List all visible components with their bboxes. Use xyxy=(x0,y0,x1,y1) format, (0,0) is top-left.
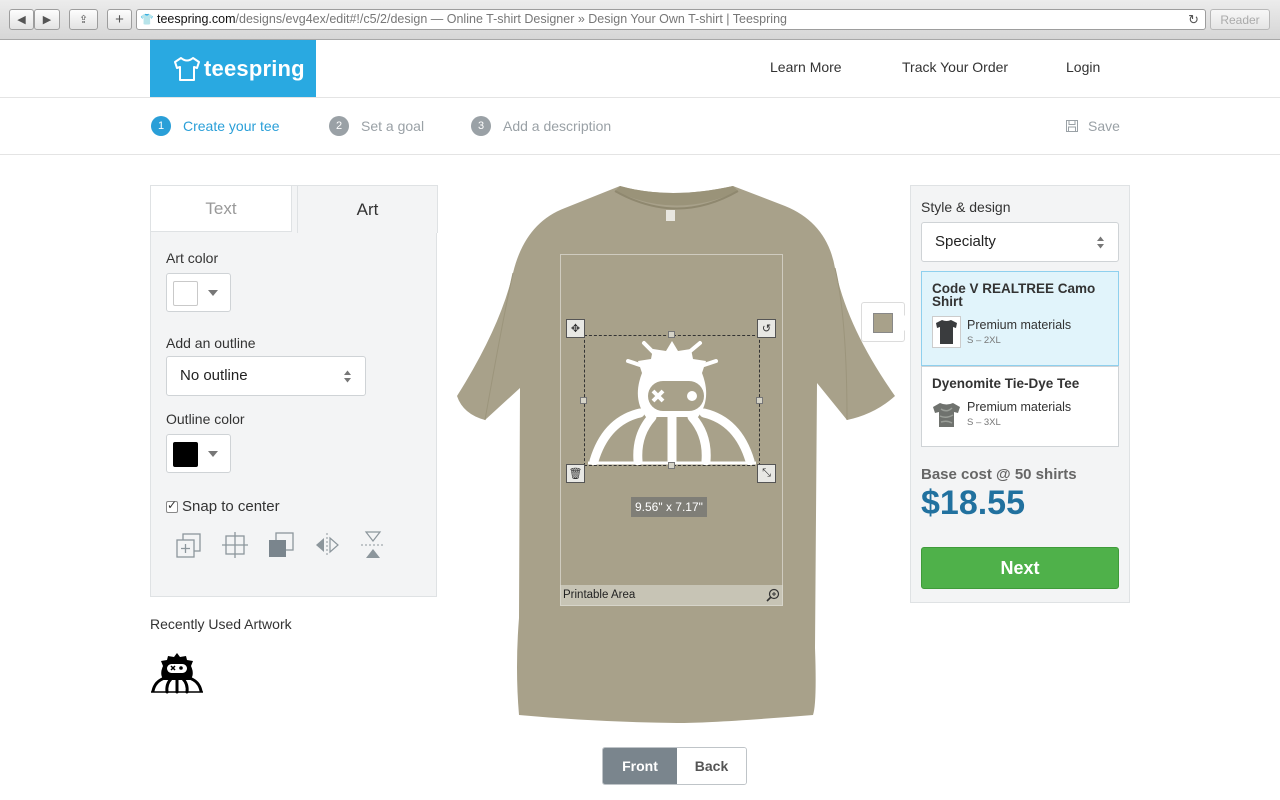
tie-dye-shirt-thumbnail xyxy=(933,403,960,427)
product-name: Code V REALTREE Camo Shirt xyxy=(932,281,1096,309)
artwork-selection-box[interactable] xyxy=(584,335,760,466)
step-number: 2 xyxy=(329,116,349,136)
step-label: Create your tee xyxy=(183,118,280,134)
updown-arrows-icon xyxy=(1097,236,1104,249)
shirt-color-swatch xyxy=(873,313,893,333)
address-bar[interactable]: 👕 teespring.com/designs/evg4ex/edit#!/c5/… xyxy=(136,9,1206,30)
step-label: Set a goal xyxy=(361,118,425,134)
trash-icon[interactable]: 🗑 xyxy=(566,464,585,483)
base-cost-label: Base cost @ 50 shirts xyxy=(921,466,1077,483)
logo-text: teespring xyxy=(204,55,305,81)
style-panel: Style & design Specialty Code V REALTREE… xyxy=(910,185,1130,603)
step-create-tee[interactable]: 1 Create your tee xyxy=(151,116,280,136)
view-toggle: Front Back xyxy=(602,747,747,785)
bring-forward-icon[interactable] xyxy=(174,530,204,560)
printable-area-label: Printable Area xyxy=(563,589,636,601)
design-tools-panel: Text Art Art color Add an outline No out… xyxy=(150,185,438,597)
product-realtree-camo[interactable]: Code V REALTREE Camo Shirt Premium mater… xyxy=(921,271,1119,366)
forward-arrow-icon[interactable]: ▶ xyxy=(34,9,60,30)
nav-track-order[interactable]: Track Your Order xyxy=(902,59,1008,75)
tab-text[interactable]: Text xyxy=(150,185,292,232)
rotate-icon[interactable]: ↺ xyxy=(757,319,776,338)
tshirt-logo-icon xyxy=(174,56,200,81)
product-sizes: S – 2XL xyxy=(967,335,1001,346)
product-dyenomite-tie-dye[interactable]: Dyenomite Tie-Dye Tee Premium materials … xyxy=(921,366,1119,447)
resize-handle-left[interactable] xyxy=(580,397,587,404)
resize-handle-right[interactable] xyxy=(756,397,763,404)
next-button[interactable]: Next xyxy=(921,547,1119,589)
style-value: Specialty xyxy=(935,233,996,250)
save-label: Save xyxy=(1088,118,1120,134)
recent-artwork-title: Recently Used Artwork xyxy=(150,616,292,632)
product-material: Premium materials xyxy=(967,400,1072,414)
outline-select[interactable]: No outline xyxy=(166,356,366,396)
nav-login[interactable]: Login xyxy=(1066,59,1100,75)
scale-icon[interactable]: ⤡ xyxy=(757,464,776,483)
step-add-description[interactable]: 3 Add a description xyxy=(471,116,611,136)
share-icon[interactable]: ⇪ xyxy=(69,9,98,30)
step-set-goal[interactable]: 2 Set a goal xyxy=(329,116,424,136)
site-header: teespring Learn More Track Your Order Lo… xyxy=(0,40,1280,98)
art-color-dropdown[interactable] xyxy=(166,273,231,312)
resize-handle-top[interactable] xyxy=(668,331,675,338)
tab-art[interactable]: Art xyxy=(297,185,438,233)
front-view-button[interactable]: Front xyxy=(603,748,677,784)
step-number: 1 xyxy=(151,116,171,136)
artwork-dimensions: 9.56" x 7.17" xyxy=(631,497,707,517)
dark-shirt-thumbnail xyxy=(932,316,961,348)
art-color-swatch xyxy=(173,281,198,306)
style-select[interactable]: Specialty xyxy=(921,222,1119,262)
url-host: teespring.com xyxy=(157,12,236,26)
nav-learn-more[interactable]: Learn More xyxy=(770,59,842,75)
site-favicon-icon: 👕 xyxy=(140,14,154,26)
outline-color-label: Outline color xyxy=(166,411,245,427)
chevron-down-icon xyxy=(208,290,218,296)
move-arrows-icon[interactable]: ✥ xyxy=(566,319,585,338)
zoom-in-icon[interactable] xyxy=(766,588,780,602)
outline-color-dropdown[interactable] xyxy=(166,434,231,473)
shirt-color-picker[interactable] xyxy=(861,302,912,342)
floppy-disk-icon xyxy=(1066,120,1078,132)
send-backward-icon[interactable] xyxy=(266,530,296,560)
snap-label: Snap to center xyxy=(182,498,280,515)
shirt-tag-icon xyxy=(666,210,675,221)
printable-area-bar: Printable Area xyxy=(560,585,783,606)
outline-color-swatch xyxy=(173,442,198,467)
back-view-button[interactable]: Back xyxy=(677,748,746,784)
base-cost-price: $18.55 xyxy=(921,484,1025,522)
step-label: Add a description xyxy=(503,118,612,134)
browser-toolbar: ◀ ▶ ⇪ + 👕 teespring.com/designs/evg4ex/ed… xyxy=(0,0,1280,40)
product-sizes: S – 3XL xyxy=(967,417,1001,428)
reader-button[interactable]: Reader xyxy=(1210,9,1270,30)
chevron-down-icon xyxy=(208,451,218,457)
snap-to-center[interactable]: Snap to center xyxy=(166,498,280,515)
back-arrow-icon[interactable]: ◀ xyxy=(9,9,34,30)
step-number: 3 xyxy=(471,116,491,136)
style-design-title: Style & design xyxy=(921,199,1011,215)
center-align-icon[interactable] xyxy=(220,530,250,560)
snap-checkbox[interactable] xyxy=(166,498,178,513)
recent-monster-artwork[interactable] xyxy=(150,650,204,694)
flip-vertical-icon[interactable] xyxy=(358,530,388,560)
outline-label: Add an outline xyxy=(166,335,256,351)
save-button[interactable]: Save xyxy=(1066,118,1120,134)
resize-handle-bottom[interactable] xyxy=(668,462,675,469)
product-name: Dyenomite Tie-Dye Tee xyxy=(932,376,1080,391)
art-color-label: Art color xyxy=(166,250,219,266)
outline-value: No outline xyxy=(180,367,248,384)
teespring-logo[interactable]: teespring xyxy=(150,40,316,97)
reload-icon[interactable]: ↻ xyxy=(1188,10,1199,29)
steps-bar: 1 Create your tee 2 Set a goal 3 Add a d… xyxy=(0,98,1280,155)
updown-arrows-icon xyxy=(344,370,351,383)
new-tab-icon[interactable]: + xyxy=(107,9,132,30)
page-title: — Online T-shirt Designer » Design Your … xyxy=(427,12,787,26)
flip-horizontal-icon[interactable] xyxy=(312,530,342,560)
product-material: Premium materials xyxy=(967,318,1072,332)
url-path: /designs/evg4ex/edit#!/c5/2/design xyxy=(235,12,428,26)
